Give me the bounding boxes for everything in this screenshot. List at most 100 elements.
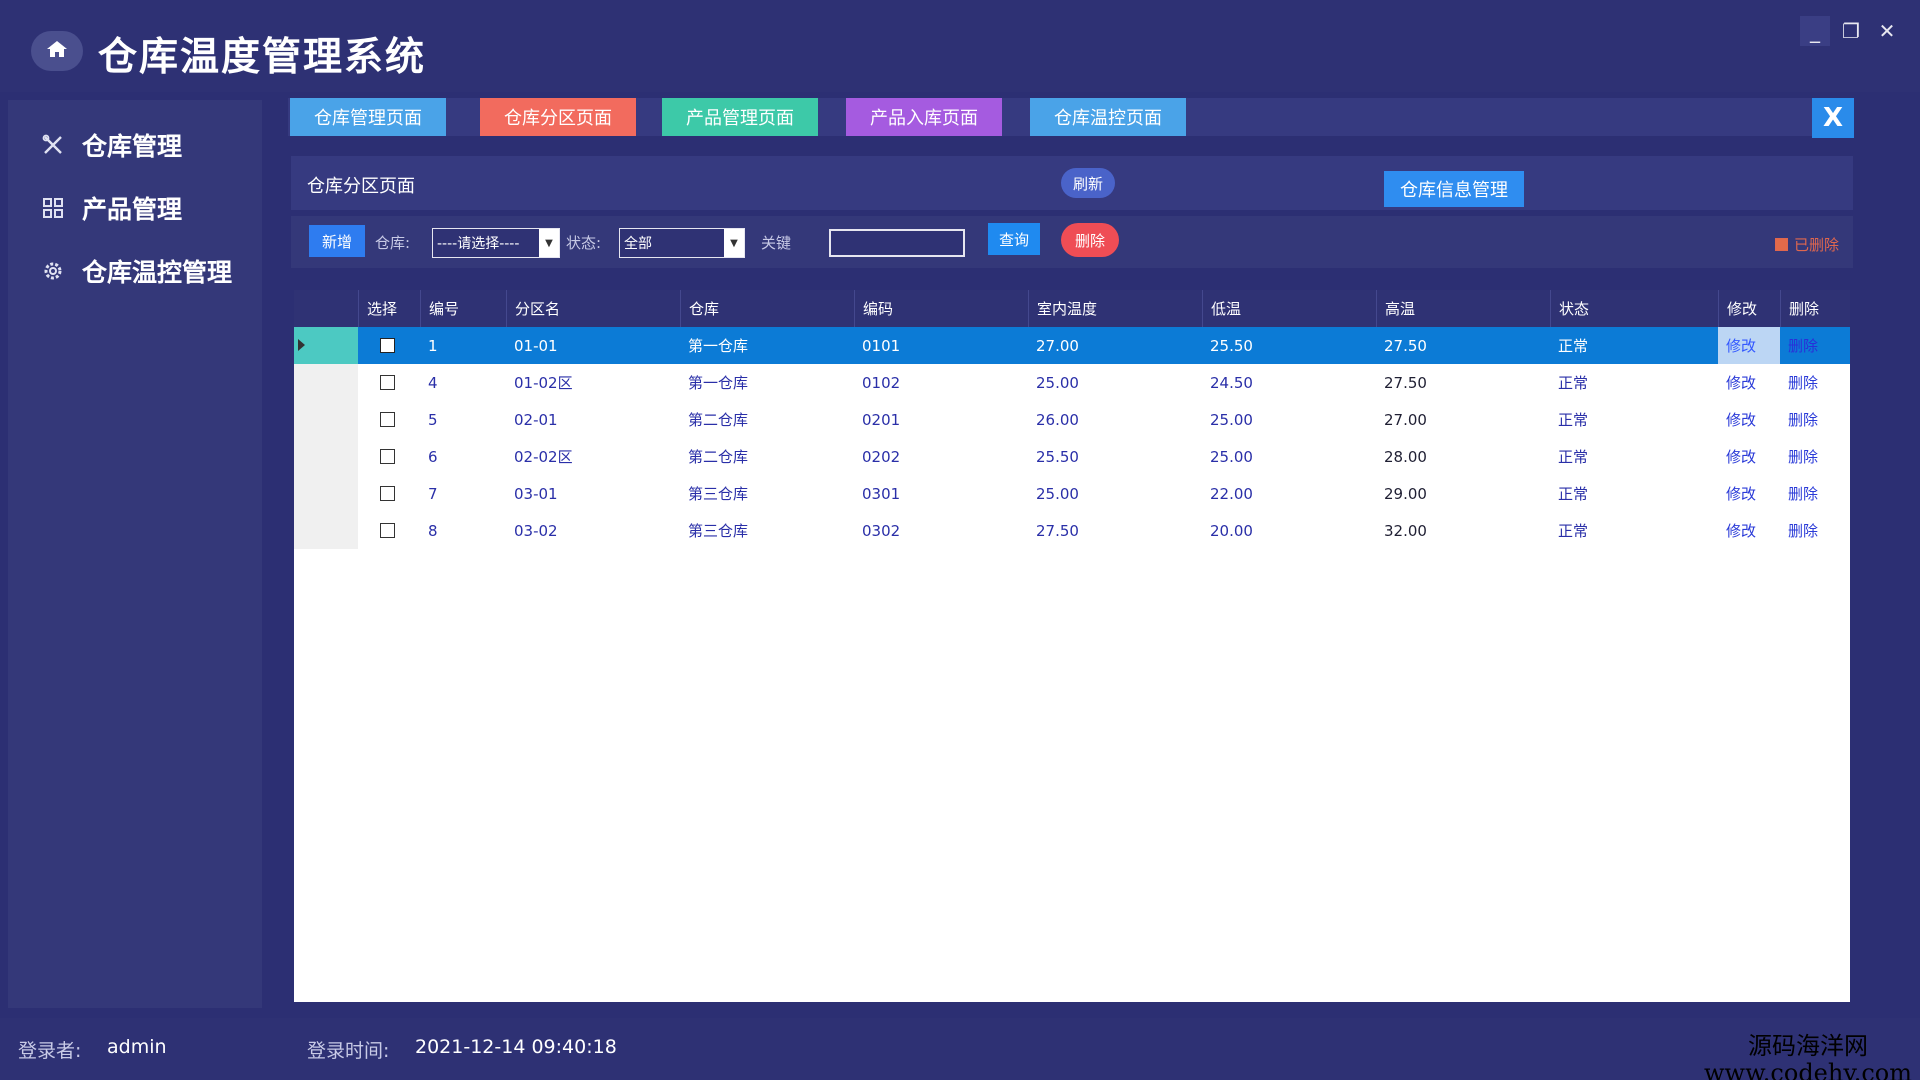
cell-high-temp: 32.00 bbox=[1384, 521, 1427, 540]
delete-link[interactable]: 删除 bbox=[1780, 401, 1818, 438]
cell-warehouse: 第三仓库 bbox=[688, 522, 749, 540]
cell-low-temp: 22.00 bbox=[1210, 484, 1253, 503]
row-header[interactable] bbox=[294, 438, 358, 475]
watermark-line1: 源码海洋网 bbox=[1748, 1032, 1868, 1060]
refresh-button[interactable]: 刷新 bbox=[1061, 168, 1115, 198]
row-checkbox[interactable] bbox=[380, 486, 395, 501]
cell-status: 正常 bbox=[1558, 411, 1589, 429]
row-checkbox[interactable] bbox=[380, 375, 395, 390]
row-header[interactable] bbox=[294, 512, 358, 549]
status-select[interactable]: 全部 ▼ bbox=[619, 228, 745, 258]
tab-product-management[interactable]: 产品管理页面 bbox=[662, 98, 818, 136]
warehouse-select[interactable]: ----请选择---- ▼ bbox=[432, 228, 560, 258]
tab-temp-control[interactable]: 仓库温控页面 bbox=[1030, 98, 1186, 136]
close-tab-button[interactable]: X bbox=[1812, 98, 1854, 138]
cell-low-temp: 25.00 bbox=[1210, 447, 1253, 466]
delete-button[interactable]: 删除 bbox=[1061, 223, 1119, 257]
sidebar-item-product[interactable]: 产品管理 bbox=[8, 183, 262, 233]
column-header: 仓库 bbox=[680, 290, 854, 327]
tab-warehouse-zones[interactable]: 仓库分区页面 bbox=[480, 98, 636, 136]
delete-link[interactable]: 删除 bbox=[1780, 327, 1818, 364]
column-header: 修改 bbox=[1718, 290, 1780, 327]
home-button[interactable] bbox=[31, 31, 83, 71]
edit-link[interactable]: 修改 bbox=[1718, 401, 1756, 438]
row-checkbox[interactable] bbox=[380, 338, 395, 353]
edit-link[interactable]: 修改 bbox=[1718, 327, 1780, 364]
row-checkbox[interactable] bbox=[380, 412, 395, 427]
column-header: 低温 bbox=[1202, 290, 1376, 327]
cell-low-temp: 20.00 bbox=[1210, 521, 1253, 540]
sidebar-item-temp-control[interactable]: 仓库温控管理 bbox=[8, 246, 262, 296]
table-row[interactable]: 5 02-01 第二仓库 0201 26.00 25.00 27.00 正常 修… bbox=[294, 401, 1850, 438]
cell-low-temp: 24.50 bbox=[1210, 373, 1253, 392]
deleted-checkbox-label: 已删除 bbox=[1794, 236, 1840, 254]
add-button[interactable]: 新增 bbox=[309, 225, 365, 257]
cell-high-temp: 27.00 bbox=[1384, 410, 1427, 429]
column-header: 室内温度 bbox=[1028, 290, 1202, 327]
cell-status: 正常 bbox=[1558, 448, 1589, 466]
cell-indoor-temp: 26.00 bbox=[1036, 410, 1079, 429]
edit-link[interactable]: 修改 bbox=[1718, 512, 1756, 549]
table-row[interactable]: 7 03-01 第三仓库 0301 25.00 22.00 29.00 正常 修… bbox=[294, 475, 1850, 512]
sidebar-item-label: 仓库温控管理 bbox=[82, 258, 233, 287]
cell-zone: 02-01 bbox=[514, 410, 558, 429]
table-row[interactable]: 4 01-02区 第一仓库 0102 25.00 24.50 27.50 正常 … bbox=[294, 364, 1850, 401]
row-checkbox[interactable] bbox=[380, 449, 395, 464]
table-row[interactable]: 8 03-02 第三仓库 0302 27.50 20.00 32.00 正常 修… bbox=[294, 512, 1850, 549]
grid-icon bbox=[40, 195, 66, 221]
cell-indoor-temp: 25.00 bbox=[1036, 484, 1079, 503]
minimize-button[interactable]: _ bbox=[1800, 16, 1830, 46]
cell-code: 0101 bbox=[862, 336, 901, 355]
delete-link[interactable]: 删除 bbox=[1780, 438, 1818, 475]
cell-zone: 01-02区 bbox=[514, 374, 573, 392]
cell-high-temp: 28.00 bbox=[1384, 447, 1427, 466]
row-header[interactable] bbox=[294, 327, 358, 364]
zone-table: 选择 编号 分区名 仓库 编码 室内温度 低温 高温 状态 修改 删除 1 01… bbox=[294, 290, 1850, 1002]
delete-link[interactable]: 删除 bbox=[1780, 364, 1818, 401]
delete-link[interactable]: 删除 bbox=[1780, 475, 1818, 512]
edit-link[interactable]: 修改 bbox=[1718, 475, 1756, 512]
row-header[interactable] bbox=[294, 364, 358, 401]
delete-link[interactable]: 删除 bbox=[1780, 512, 1818, 549]
table-row[interactable]: 1 01-01 第一仓库 0101 27.00 25.50 27.50 正常 修… bbox=[294, 327, 1850, 364]
chevron-down-icon: ▼ bbox=[724, 229, 744, 257]
login-time: 2021-12-14 09:40:18 bbox=[415, 1036, 617, 1058]
row-checkbox[interactable] bbox=[380, 523, 395, 538]
page-title: 仓库分区页面 bbox=[307, 176, 415, 197]
cell-status: 正常 bbox=[1558, 374, 1589, 392]
chevron-down-icon: ▼ bbox=[539, 229, 559, 257]
cell-indoor-temp: 25.50 bbox=[1036, 447, 1079, 466]
edit-link[interactable]: 修改 bbox=[1718, 364, 1756, 401]
restore-button[interactable]: ❐ bbox=[1836, 16, 1866, 46]
row-header[interactable] bbox=[294, 401, 358, 438]
cell-code: 0301 bbox=[862, 484, 901, 503]
warehouse-info-button[interactable]: 仓库信息管理 bbox=[1384, 171, 1524, 207]
cell-high-temp: 27.50 bbox=[1384, 336, 1427, 355]
cell-id: 1 bbox=[428, 336, 438, 355]
deleted-checkbox[interactable]: 已删除 bbox=[1775, 234, 1839, 255]
cell-id: 6 bbox=[428, 447, 438, 466]
status-bar: 登录者: admin 登录时间: 2021-12-14 09:40:18 源码海… bbox=[0, 1018, 1920, 1080]
watermark-line2: www.codehy.com bbox=[1704, 1059, 1912, 1080]
cell-zone: 03-01 bbox=[514, 484, 558, 503]
close-window-button[interactable]: ✕ bbox=[1872, 16, 1902, 46]
edit-link[interactable]: 修改 bbox=[1718, 438, 1756, 475]
filter-bar: 新增 仓库: ----请选择---- ▼ 状态: 全部 ▼ 关键 查询 删除 已… bbox=[291, 216, 1853, 268]
row-header[interactable] bbox=[294, 475, 358, 512]
table-header: 选择 编号 分区名 仓库 编码 室内温度 低温 高温 状态 修改 删除 bbox=[294, 290, 1850, 327]
table-row[interactable]: 6 02-02区 第二仓库 0202 25.50 25.00 28.00 正常 … bbox=[294, 438, 1850, 475]
column-header: 删除 bbox=[1780, 290, 1850, 327]
keyword-input[interactable] bbox=[829, 229, 965, 257]
login-user: admin bbox=[107, 1036, 167, 1058]
cell-status: 正常 bbox=[1558, 337, 1589, 355]
cell-status: 正常 bbox=[1558, 485, 1589, 503]
column-header: 分区名 bbox=[506, 290, 680, 327]
tab-product-inbound[interactable]: 产品入库页面 bbox=[846, 98, 1002, 136]
tab-warehouse-management[interactable]: 仓库管理页面 bbox=[290, 98, 446, 136]
cell-low-temp: 25.50 bbox=[1210, 336, 1253, 355]
sidebar-item-warehouse[interactable]: 仓库管理 bbox=[8, 120, 262, 170]
home-icon bbox=[46, 40, 68, 62]
column-header: 编码 bbox=[854, 290, 1028, 327]
query-button[interactable]: 查询 bbox=[988, 223, 1040, 255]
cell-id: 8 bbox=[428, 521, 438, 540]
